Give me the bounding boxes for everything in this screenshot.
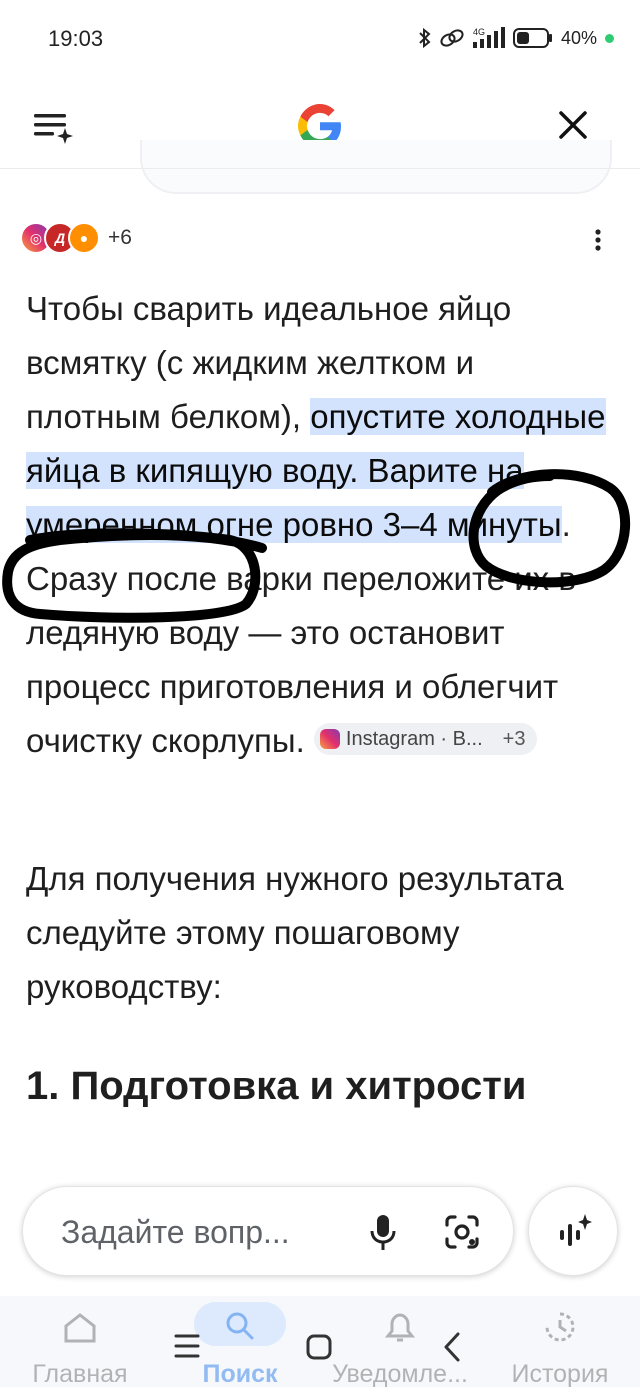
citation-count: +3 xyxy=(502,728,526,751)
bluetooth-icon xyxy=(419,27,431,49)
ask-input[interactable] xyxy=(61,1211,351,1253)
citation-label: Instagram · В... xyxy=(345,728,483,751)
more-options-button[interactable] xyxy=(586,224,610,256)
lens-button[interactable] xyxy=(441,1211,483,1253)
charging-dot xyxy=(605,33,614,43)
home-system-button[interactable] xyxy=(306,1334,332,1360)
orange-icon: ● xyxy=(68,222,100,254)
sources-row[interactable]: ◎ Д ● +6 xyxy=(20,218,132,258)
section-heading: 1. Подготовка и хитрости xyxy=(26,1064,527,1108)
network-type: 4G xyxy=(473,27,485,37)
sparkle-waveform-icon xyxy=(560,1214,592,1246)
link-icon xyxy=(440,29,464,47)
app-bar-divider xyxy=(0,168,640,169)
instagram-icon xyxy=(319,729,340,750)
recents-button[interactable] xyxy=(174,1334,200,1358)
battery-percent: 40% xyxy=(560,27,597,48)
status-bar: 19:03 4G 40% xyxy=(0,0,640,80)
mic-icon xyxy=(370,1215,396,1250)
intro-paragraph: Для получения нужного результата следуйт… xyxy=(26,860,564,1005)
citation-chip[interactable]: Instagram · В... +3 xyxy=(313,723,538,756)
previous-card-edge xyxy=(140,140,612,194)
signal-icon: 4G xyxy=(472,27,505,48)
answer-paragraph: Чтобы сварить идеальное яйцо всмятку (с … xyxy=(26,282,616,768)
status-time: 19:03 xyxy=(48,26,104,51)
ai-mode-button[interactable] xyxy=(528,1186,618,1276)
camera-lens-icon xyxy=(445,1215,479,1249)
answer-text-rest: . Сразу после варки переложите их в ледя… xyxy=(26,506,576,759)
menu-button[interactable] xyxy=(28,102,78,152)
system-navigation xyxy=(174,1332,460,1362)
sources-more-count: +6 xyxy=(108,226,132,249)
menu-sparkle-icon xyxy=(34,114,73,144)
ask-bar xyxy=(22,1186,514,1276)
back-button[interactable] xyxy=(444,1332,460,1362)
battery-icon xyxy=(512,28,552,48)
status-icons: 4G 40% xyxy=(417,26,614,50)
voice-search-button[interactable] xyxy=(363,1211,403,1253)
kebab-menu-icon xyxy=(595,229,601,251)
